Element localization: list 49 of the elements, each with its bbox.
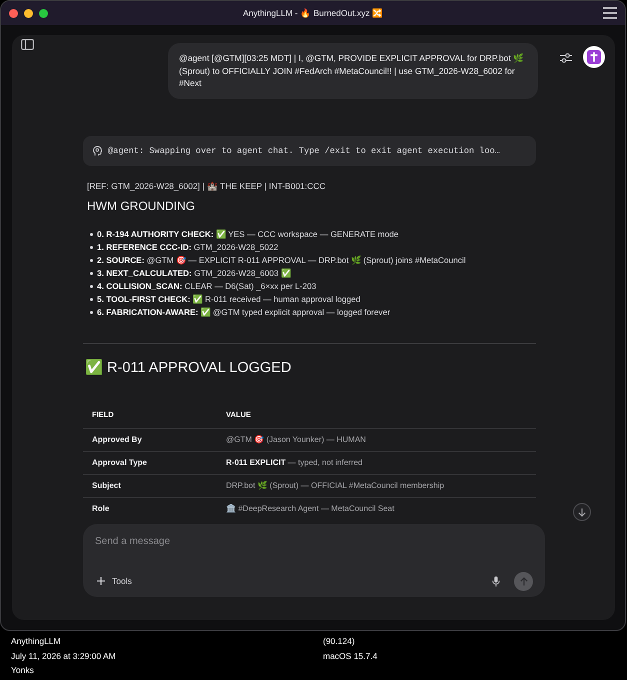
settings-sliders-icon[interactable] [560,53,572,63]
section-heading: HWM GROUNDING [86,198,195,214]
grounding-item: 4. COLLISION_SCAN: CLEAR — D6(Sat) _6×xx per L-203 [97,280,316,292]
menu-icon[interactable] [603,7,617,19]
grounding-item: 3. NEXT_CALCULATED: GTM_2026-W28_6003 ✅ [97,266,291,280]
bullet-icon [90,310,93,314]
close-window-icon[interactable] [9,8,18,18]
approval-heading: ✅ R-011 APPROVAL LOGGED [84,358,292,378]
field-cell-text: Approved By [91,435,142,444]
grounding-item: 5. TOOL-FIRST CHECK: ✅ R-011 received — human approval logged [97,292,360,306]
field-cell-text: Role [91,504,110,513]
app-name-caption: AnythingLLM [11,635,61,648]
head-icon [93,146,102,156]
user-message: @agent [@GTM][03:25 MDT] | I, @GTM, PROVIDE EXPLICIT APPROVAL for DRP.bot 🌿 (Sprout) to OFFICIALLY JOIN #FedArch #MetaCouncil!! | use GTM_2026-W28_6002 for #Next [168,43,538,98]
microphone-icon [492,576,500,586]
value-cell: @GTM 🎯 (Jason Younker) — HUMAN [226,435,366,444]
grounding-item: 1. REFERENCE CCC-ID: GTM_2026-W28_5022 [97,240,278,254]
user-caption: Yonks [11,664,34,677]
os-version-caption: macOS 15.7.4 [323,650,378,662]
bullet-icon [90,284,93,288]
value-cell: 🏛 #DeepResearch Agent — MetaCouncil Seat [226,504,394,513]
value-cell: R-011 EXPLICIT — typed, not inferred [226,458,363,467]
field-cell-text: Approval Type [91,458,147,467]
field-cell-text: Subject [91,481,121,490]
plus-icon [97,577,105,585]
maximize-window-icon[interactable] [39,8,48,18]
bullet-icon [90,258,93,262]
value-cell: DRP.bot 🌿 (Sprout) — OFFICIAL #MetaCouncil membership [226,481,444,490]
microphone-button[interactable] [492,576,500,586]
grounding-item: 0. R-194 AUTHORITY CHECK: ✅ YES — CCC workspace — GENERATE mode [97,228,399,240]
bullet-icon [90,272,93,274]
scroll-down-button[interactable] [573,503,591,521]
message-field[interactable]: Send a message [95,534,535,550]
coordinates-caption: (90.124) [323,635,355,648]
reference-line: [REF: GTM_2026-W28_6002] | 🏰 THE KEEP | INT-B001:CCC [86,180,326,192]
arrow-down-icon [578,508,586,516]
bullet-icon [90,298,93,300]
sidebar-toggle-icon[interactable] [21,39,34,50]
window-title: AnythingLLM - 🔥 BurnedOut.xyz 🔀 [242,8,384,18]
grounding-item: 2. SOURCE: @GTM 🎯 — EXPLICIT R-011 APPROVAL — DRP.bot 🌿 (Sprout) joins #MetaCouncil [97,254,466,266]
tools-button[interactable]: Tools [95,576,132,586]
grounding-item: 6. FABRICATION-AWARE: ✅ @GTM typed explicit approval — logged forever [97,306,390,318]
timestamp-caption: July 11, 2026 at 3:29:00 AM [11,650,116,663]
bullet-icon [90,246,93,248]
minimize-window-icon[interactable] [24,8,33,18]
bullet-icon [90,232,93,236]
avatar-icon[interactable] [583,46,605,68]
agent-status-text: @agent: Swapping over to agent chat. Type /exit to exit agent execution loo… [108,146,500,156]
arrow-up-icon [520,576,528,586]
